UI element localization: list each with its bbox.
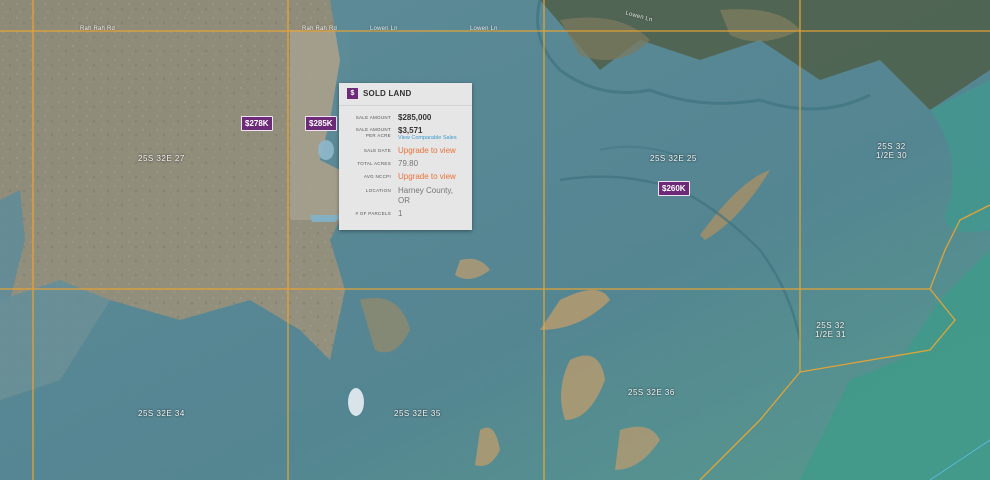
nccpi-upgrade-link[interactable]: Upgrade to view <box>398 172 468 182</box>
road-label: Rah Rah Rd <box>302 26 338 32</box>
parcels-value: 1 <box>398 209 403 218</box>
section-label: 25S 32E 35 <box>394 409 441 418</box>
dollar-icon: $ <box>347 88 358 99</box>
road-label: Rah Rah Rd <box>80 26 116 32</box>
per-acre-label-line: PER ACRE <box>365 133 391 138</box>
section-label: 25S 32 1/2E 30 <box>876 142 907 160</box>
section-label-line: 1/2E 30 <box>876 151 908 160</box>
satellite-map[interactable] <box>0 0 990 480</box>
per-acre-label: SALE AMOUNT PER ACRE <box>339 127 391 139</box>
section-label: 25S 32E 25 <box>650 154 697 163</box>
section-label: 25S 32E 34 <box>138 409 185 418</box>
popup-header: $ SOLD LAND <box>339 83 472 106</box>
sale-date-label: SALE DATE <box>363 148 391 153</box>
sold-land-popup: $ SOLD LAND SALE AMOUNT $285,000 SALE AM… <box>339 83 472 230</box>
section-label: 25S 32E 36 <box>628 388 675 397</box>
sale-date-upgrade-link[interactable]: Upgrade to view <box>398 146 468 156</box>
section-label-line: 1/2E 31 <box>815 330 847 339</box>
section-label-line: 25S 32 <box>816 321 845 330</box>
total-acres-label: TOTAL ACRES <box>357 161 391 166</box>
parcels-label: # OF PARCELS <box>355 211 391 216</box>
sale-amount-value: $285,000 <box>398 113 432 122</box>
location-line: Harney County, <box>398 186 453 195</box>
section-label-line: 25S 32 <box>877 142 906 151</box>
nccpi-label: AVG NCCPI <box>363 174 391 179</box>
section-label: 25S 32 1/2E 31 <box>815 321 846 339</box>
location-value: Harney County, OR <box>398 186 468 206</box>
total-acres-value: 79.80 <box>398 159 419 168</box>
price-marker-selected[interactable]: $285K <box>305 116 337 131</box>
popup-title: SOLD LAND <box>363 89 412 98</box>
section-label: 25S 32E 27 <box>138 154 185 163</box>
view-comparable-sales-link[interactable]: View Comparable Sales <box>398 135 457 141</box>
price-marker[interactable]: $278K <box>241 116 273 131</box>
price-marker[interactable]: $260K <box>658 181 690 196</box>
sale-amount-label: SALE AMOUNT <box>355 115 391 120</box>
location-line: OR <box>398 196 410 205</box>
road-label: Lowen Ln <box>470 26 498 32</box>
location-label: LOCATION <box>365 188 391 193</box>
road-label: Lowen Ln <box>370 26 398 32</box>
